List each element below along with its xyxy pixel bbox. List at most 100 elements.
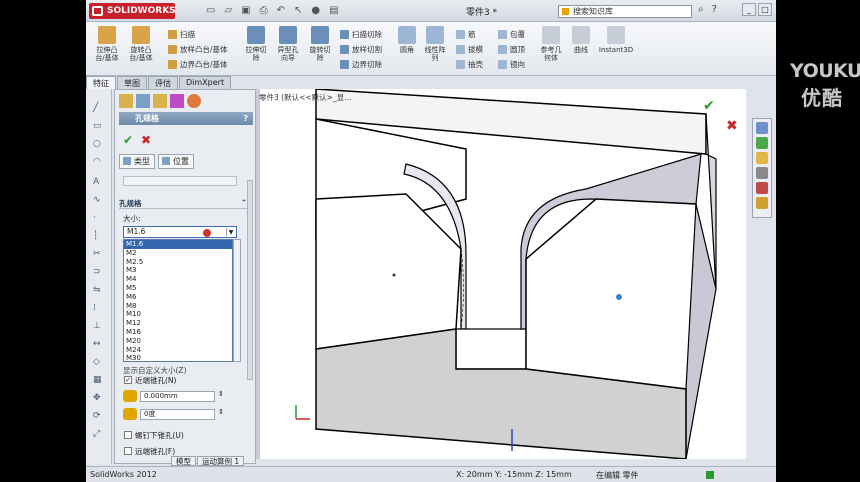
list-item[interactable]: M10 — [124, 310, 232, 319]
list-item[interactable]: M3 — [124, 266, 232, 275]
appearances-icon[interactable] — [756, 182, 768, 194]
feature-breadcrumb[interactable]: 零件3 (默认<<默认>_显... — [259, 92, 351, 103]
rebuild-status-icon[interactable] — [706, 471, 714, 479]
list-item[interactable]: M2.5 — [124, 258, 232, 267]
tab-type[interactable]: 类型 — [119, 154, 155, 169]
repair-tool-icon[interactable]: ◇ — [93, 357, 100, 367]
draft-button[interactable]: 拔模 — [456, 44, 483, 55]
tab-features[interactable]: 特征 — [86, 76, 116, 89]
ok-button[interactable]: ✔ — [123, 133, 133, 147]
loft-button[interactable]: 放样凸台/基体 — [168, 44, 228, 55]
new-doc-icon[interactable]: ▭ — [206, 5, 215, 16]
print-icon[interactable]: ⎙ — [260, 5, 268, 16]
under-head-checkbox[interactable] — [124, 431, 132, 439]
revolve-boss-button[interactable]: 旋转凸 台/基体 — [126, 26, 156, 62]
list-item[interactable]: M2 — [124, 249, 232, 258]
tab-model[interactable]: 模型 — [171, 456, 196, 466]
grid-tool-icon[interactable]: ▦ — [93, 375, 102, 385]
select-icon[interactable]: ↖ — [294, 5, 302, 16]
reference-geometry-button[interactable]: 参考几 何体 — [536, 26, 566, 62]
linear-pattern-button[interactable]: 线性阵 列 — [422, 26, 448, 62]
extrude-cut-button[interactable]: 拉伸切 除 — [242, 26, 270, 62]
extrude-boss-button[interactable]: 拉伸凸 台/基体 — [92, 26, 122, 62]
part-model[interactable] — [256, 88, 746, 460]
rectangle-tool-icon[interactable]: ▭ — [93, 121, 102, 131]
tab-dimxpert[interactable]: DimXpert — [179, 76, 232, 89]
hole-position-point[interactable] — [616, 294, 622, 300]
curves-button[interactable]: 曲线 — [570, 26, 592, 54]
tab-sketch[interactable]: 草图 — [117, 76, 147, 89]
hole-wizard-button[interactable]: 异型孔 向导 — [274, 26, 302, 62]
relation-tool-icon[interactable]: ⊥ — [93, 321, 101, 331]
cancel-button[interactable]: ✖ — [141, 133, 151, 147]
display-manager-icon[interactable] — [187, 94, 201, 108]
search-input[interactable]: 搜索知识库 — [558, 5, 692, 18]
mirror-tool-icon[interactable]: ⇋ — [93, 285, 101, 295]
near-angle-field[interactable]: 0度 — [140, 409, 215, 420]
list-item[interactable]: M16 — [124, 328, 232, 337]
spinner-icon[interactable]: ⇕ — [218, 408, 224, 416]
boundary-boss-button[interactable]: 边界凸台/基体 — [168, 59, 228, 70]
scale-tool-icon[interactable]: ⤢ — [93, 429, 100, 439]
loft-cut-button[interactable]: 放样切割 — [340, 44, 382, 55]
centerline-tool-icon[interactable]: ┆ — [93, 231, 98, 241]
line-tool-icon[interactable]: ╱ — [93, 103, 98, 113]
size-dropdown-list[interactable]: M1.6 M2 M2.5 M3 M4 M5 M6 M8 M10 M12 M16 … — [123, 239, 233, 362]
list-item[interactable]: M12 — [124, 319, 232, 328]
pattern-tool-icon[interactable]: ⁞ — [93, 303, 96, 313]
spinner-icon[interactable]: ⇕ — [218, 390, 224, 398]
fillet-button[interactable]: 圆角 — [396, 26, 418, 54]
boundary-cut-button[interactable]: 边界切除 — [340, 59, 382, 70]
rotate-tool-icon[interactable]: ⟳ — [93, 411, 101, 421]
list-item[interactable]: M24 — [124, 346, 232, 355]
open-icon[interactable]: ▱ — [224, 5, 232, 16]
far-side-checkbox[interactable] — [124, 447, 132, 455]
mirror-button[interactable]: 镜向 — [498, 59, 525, 70]
undo-icon[interactable]: ↶ — [277, 5, 285, 16]
size-select[interactable]: M1.6 ▼ — [123, 226, 237, 238]
magnifier-icon[interactable]: ⌕ — [698, 4, 704, 15]
instant3d-button[interactable]: Instant3D — [596, 26, 636, 54]
text-tool-icon[interactable]: A — [93, 177, 99, 187]
move-tool-icon[interactable]: ✥ — [93, 393, 101, 403]
resources-icon[interactable] — [756, 122, 768, 134]
list-item[interactable]: M4 — [124, 275, 232, 284]
maximize-button[interactable]: □ — [758, 3, 772, 16]
sketch-point[interactable] — [392, 273, 396, 277]
chevron-down-icon[interactable]: ▼ — [226, 228, 235, 236]
shell-button[interactable]: 抽壳 — [456, 59, 483, 70]
sweep-cut-button[interactable]: 扫描切除 — [340, 29, 382, 40]
rebuild-icon[interactable]: ● — [311, 5, 320, 16]
point-tool-icon[interactable]: · — [93, 213, 96, 223]
custom-properties-icon[interactable] — [756, 197, 768, 209]
save-icon[interactable]: ▣ — [241, 5, 250, 16]
wrap-button[interactable]: 包覆 — [498, 29, 525, 40]
tab-evaluate[interactable]: 评估 — [148, 76, 178, 89]
tab-position[interactable]: 位置 — [158, 154, 194, 169]
dimension-tool-icon[interactable]: ↔ — [93, 339, 101, 349]
near-diameter-field[interactable]: 0.000mm — [140, 391, 215, 402]
list-item[interactable]: M5 — [124, 284, 232, 293]
dome-button[interactable]: 圆顶 — [498, 44, 525, 55]
minimize-button[interactable]: _ — [742, 3, 756, 16]
file-explorer-icon[interactable] — [756, 152, 768, 164]
arc-tool-icon[interactable]: ◠ — [93, 157, 101, 167]
list-item[interactable]: M6 — [124, 293, 232, 302]
help-button[interactable]: ? — [243, 112, 248, 125]
trim-tool-icon[interactable]: ✂ — [93, 249, 101, 259]
view-palette-icon[interactable] — [756, 167, 768, 179]
spline-tool-icon[interactable]: ∿ — [93, 195, 101, 205]
tab-motion-study[interactable]: 运动算例 1 — [197, 456, 245, 466]
sweep-button[interactable]: 扫描 — [168, 29, 195, 40]
dropdown-scrollbar[interactable] — [233, 239, 241, 362]
dimxpert-icon[interactable] — [170, 94, 184, 108]
revolve-cut-button[interactable]: 旋转切 除 — [306, 26, 334, 62]
list-item[interactable]: M30 — [124, 354, 232, 363]
panel-scrollbar[interactable] — [247, 180, 253, 380]
feature-tree-icon[interactable] — [119, 94, 133, 108]
design-library-icon[interactable] — [756, 137, 768, 149]
options-icon[interactable]: ▤ — [329, 5, 338, 16]
offset-tool-icon[interactable]: ⊃ — [93, 267, 101, 277]
configuration-icon[interactable] — [153, 94, 167, 108]
list-item[interactable]: M1.6 — [124, 240, 232, 249]
